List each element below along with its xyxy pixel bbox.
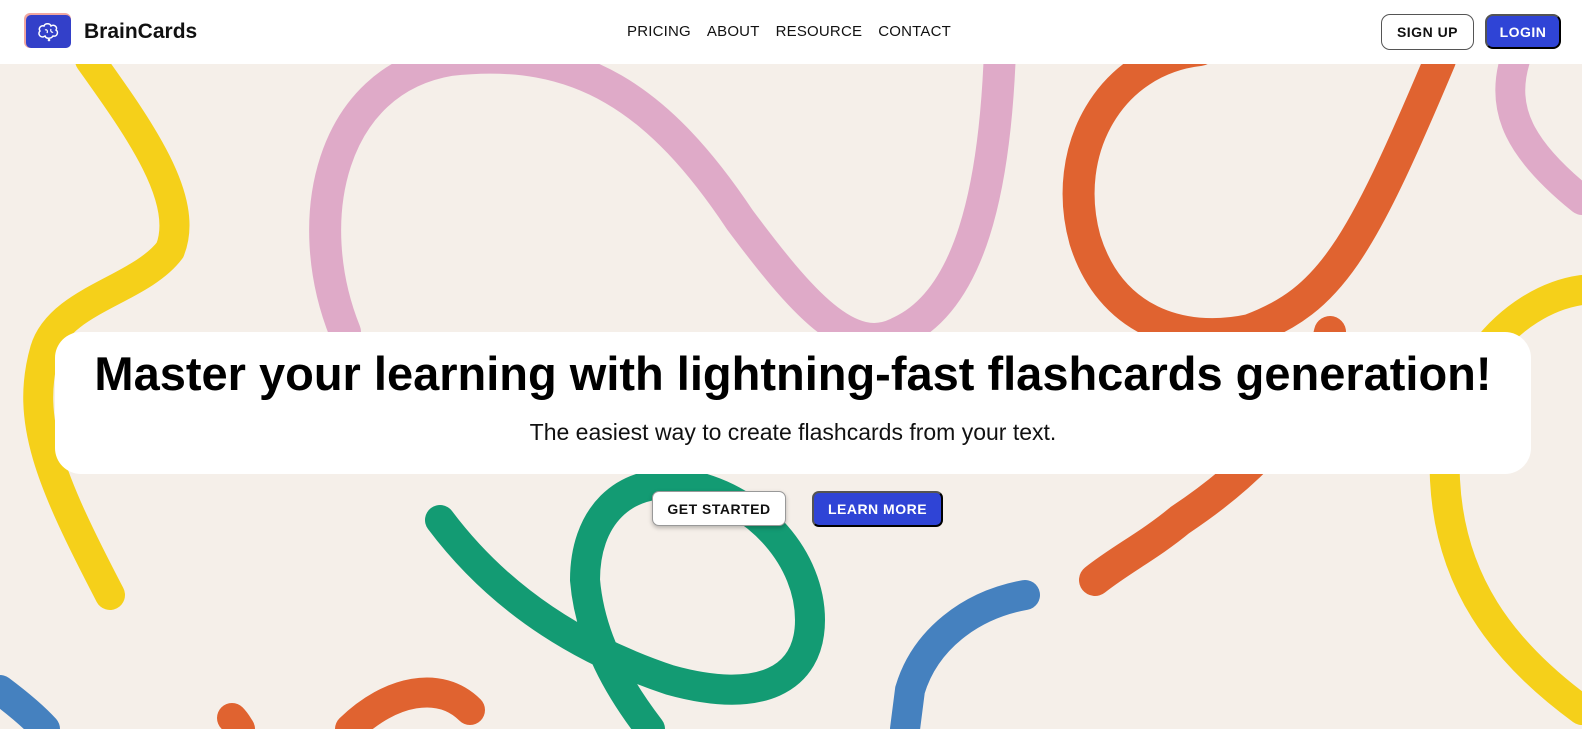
main-nav: PRICING ABOUT RESOURCE CONTACT [627, 23, 951, 40]
blue-squiggle [890, 580, 1040, 729]
orange-squiggle-bottom [217, 677, 485, 729]
logo[interactable] [26, 15, 71, 48]
pink-squiggle [309, 64, 1016, 355]
nav-pricing[interactable]: PRICING [627, 23, 691, 40]
get-started-button[interactable]: GET STARTED [652, 491, 786, 526]
login-button[interactable]: LOGIN [1485, 14, 1561, 49]
top-navbar: BrainCards PRICING ABOUT RESOURCE CONTAC… [0, 0, 1582, 64]
pink-squiggle-right [1495, 64, 1582, 215]
learn-more-button[interactable]: LEARN MORE [812, 491, 943, 527]
brain-icon [26, 15, 71, 48]
hero-card: Master your learning with lightning-fast… [55, 332, 1531, 474]
orange-squiggle [1062, 64, 1456, 596]
brand-name[interactable]: BrainCards [84, 20, 197, 44]
hero-title: Master your learning with lightning-fast… [94, 347, 1492, 400]
sign-up-button[interactable]: SIGN UP [1381, 14, 1474, 50]
blue-squiggle-left [0, 675, 60, 729]
hero-subtitle: The easiest way to create flashcards fro… [529, 419, 1057, 445]
nav-about[interactable]: ABOUT [707, 23, 760, 40]
nav-contact[interactable]: CONTACT [878, 23, 951, 40]
nav-resource[interactable]: RESOURCE [776, 23, 863, 40]
yellow-squiggle-left [23, 64, 190, 610]
